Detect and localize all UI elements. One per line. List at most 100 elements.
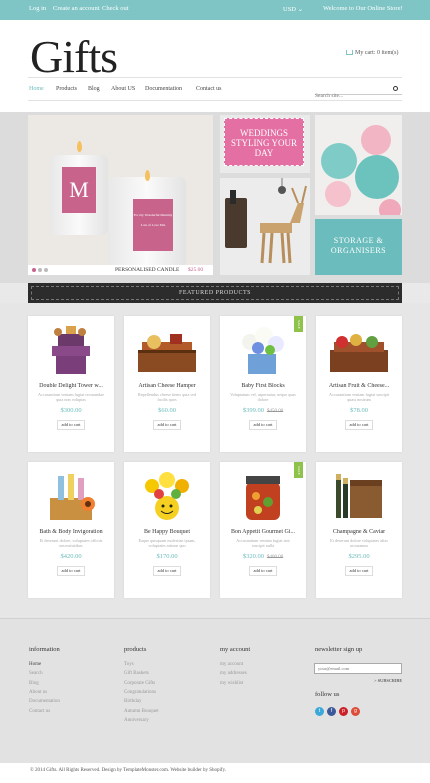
product-card[interactable]: Double Delight Tower w... Accusantium ve…: [28, 316, 114, 452]
logo[interactable]: Gifts: [30, 30, 118, 83]
copyright-text: © 2014 Gifts. All Rights Reserved. Desig…: [30, 768, 226, 773]
footer-link[interactable]: my account: [220, 662, 243, 667]
deer-banner[interactable]: [220, 178, 310, 275]
footer-link[interactable]: Congratulations: [124, 690, 156, 695]
subscribe-button[interactable]: > SUBSCRIBE: [374, 678, 402, 683]
add-to-cart-button[interactable]: add to cart: [249, 566, 277, 576]
footer-link[interactable]: my addresses: [220, 671, 247, 676]
nav-contact[interactable]: Contact us: [196, 86, 222, 92]
footer-link[interactable]: Home: [29, 662, 41, 667]
product-price: $320.00 $400.00: [242, 553, 284, 560]
product-card[interactable]: Artisan Fruit & Cheese... Accusantium ve…: [316, 316, 402, 452]
old-price: $450.00: [266, 409, 284, 414]
product-price: $170.00: [156, 553, 178, 560]
lantern: [321, 143, 357, 179]
product-name[interactable]: Bath & Body Invigoration: [30, 529, 112, 535]
checkout-link[interactable]: Check out: [102, 5, 129, 12]
product-price: $420.00: [60, 553, 82, 560]
nav-documentation[interactable]: Documentation: [145, 86, 182, 92]
twitter-icon[interactable]: t: [315, 707, 324, 716]
facebook-icon[interactable]: f: [327, 707, 336, 716]
storage-banner[interactable]: STORAGE & ORGANISERS: [315, 219, 402, 275]
currency-select[interactable]: USD ⌄: [283, 5, 303, 13]
slider-dot[interactable]: [44, 268, 48, 272]
product-card[interactable]: Artisan Cheese Hamper Repellendus cheese…: [124, 316, 210, 452]
featured-header: FEATURED PRODUCTS: [28, 283, 402, 303]
product-card[interactable]: SALE Bon Appetit Gourmet Gi... Accusanti…: [220, 462, 306, 598]
candle-label: For my Wonderful Mummy Lots of Love Mia: [133, 199, 173, 251]
pinterest-icon[interactable]: p: [339, 707, 348, 716]
product-name[interactable]: Bon Appetit Gourmet Gi...: [222, 529, 304, 535]
search-icon[interactable]: [393, 86, 398, 91]
product-image: [145, 472, 189, 520]
product-image: [242, 327, 284, 374]
add-to-cart-button[interactable]: add to cart: [57, 420, 85, 430]
nav-products[interactable]: Products: [56, 86, 77, 92]
cart-icon: [346, 50, 353, 55]
product-card[interactable]: SALE Baby First Blocks Voluptatum vel, a…: [220, 316, 306, 452]
old-price: $400.00: [266, 555, 284, 560]
search-input[interactable]: [315, 93, 385, 99]
cart-link[interactable]: My cart: 0 item(s): [346, 50, 399, 56]
lantern: [325, 181, 351, 207]
product-name[interactable]: Artisan Cheese Hamper: [126, 383, 208, 389]
footer-link[interactable]: Gift Baskets: [124, 671, 149, 676]
login-link[interactable]: Log in: [29, 5, 46, 12]
add-to-cart-button[interactable]: add to cart: [345, 566, 373, 576]
product-desc: Accusantium veniam fugiat suscipit quasi…: [328, 392, 390, 402]
slide-title: PERSONALISED CANDLE: [115, 267, 180, 273]
footer-link[interactable]: Contact us: [29, 709, 50, 714]
slider-dot[interactable]: [38, 268, 42, 272]
slider-dot[interactable]: [32, 268, 36, 272]
product-name[interactable]: Baby First Blocks: [222, 383, 304, 389]
slide-caption: PERSONALISED CANDLE $25.00: [28, 265, 213, 275]
product-name[interactable]: Champagne & Caviar: [318, 529, 400, 535]
weddings-banner[interactable]: WEDDINGS STYLING YOUR DAY: [220, 115, 310, 173]
footer-link[interactable]: Search: [29, 671, 43, 676]
product-desc: Et deserunt dolore voluptates alias accu…: [330, 538, 388, 548]
add-to-cart-button[interactable]: add to cart: [57, 566, 85, 576]
create-account-link[interactable]: Create an account: [53, 5, 100, 12]
product-desc: Et deserunt dolore, voluptates officiis …: [39, 538, 103, 548]
product-name[interactable]: Be Happy Bouquet: [126, 529, 208, 535]
flame-icon: [77, 141, 82, 152]
lantern: [355, 155, 399, 199]
chevron-down-icon: ⌄: [297, 6, 304, 13]
product-card[interactable]: Champagne & Caviar Et deserunt dolore vo…: [316, 462, 402, 598]
candle-slide[interactable]: M For my Wonderful Mummy Lots of Love Mia…: [28, 115, 213, 275]
nav-blog[interactable]: Blog: [88, 86, 100, 92]
top-bar: Log in Create an account Check out USD ⌄…: [0, 0, 430, 20]
footer-link[interactable]: Toys: [124, 662, 134, 667]
footer-heading-information: information: [29, 646, 60, 653]
product-name[interactable]: Artisan Fruit & Cheese...: [318, 383, 400, 389]
footer-link[interactable]: About us: [29, 690, 47, 695]
product-card[interactable]: Be Happy Bouquet Eaque quisquam molestia…: [124, 462, 210, 598]
footer-link[interactable]: Blog: [29, 681, 39, 686]
add-to-cart-button[interactable]: add to cart: [153, 420, 181, 430]
product-image: [330, 334, 388, 372]
nav-home[interactable]: Home: [29, 86, 44, 92]
lanterns-banner[interactable]: [315, 115, 402, 215]
footer-link[interactable]: Documentation: [29, 699, 60, 704]
footer-link[interactable]: my wishlist: [220, 681, 243, 686]
footer-heading-newsletter: newsletter sign up: [315, 646, 363, 653]
nav-about[interactable]: About US: [111, 86, 135, 92]
google-plus-icon[interactable]: g: [351, 707, 360, 716]
add-to-cart-button[interactable]: add to cart: [153, 566, 181, 576]
product-desc: Repellendus cheese items quia sed facili…: [138, 392, 196, 402]
footer-link[interactable]: Birthday: [124, 699, 142, 704]
add-to-cart-button[interactable]: add to cart: [249, 420, 277, 430]
footer-heading-account: my account: [220, 646, 251, 653]
product-desc: Accusantium veniam fugiat sint suscipit …: [236, 538, 290, 548]
lantern: [379, 199, 401, 215]
newsletter-email-input[interactable]: [314, 663, 402, 674]
footer-link[interactable]: Autumn Bouquet: [124, 709, 159, 714]
product-name[interactable]: Double Delight Tower w...: [30, 383, 112, 389]
footer-link[interactable]: Corporate Gifts: [124, 681, 155, 686]
product-card[interactable]: Bath & Body Invigoration Et deserunt dol…: [28, 462, 114, 598]
product-image: [50, 474, 95, 520]
divider: [28, 77, 402, 78]
footer-link[interactable]: Anniversary: [124, 718, 149, 723]
add-to-cart-button[interactable]: add to cart: [345, 420, 373, 430]
product-price: $295.00: [348, 553, 370, 560]
